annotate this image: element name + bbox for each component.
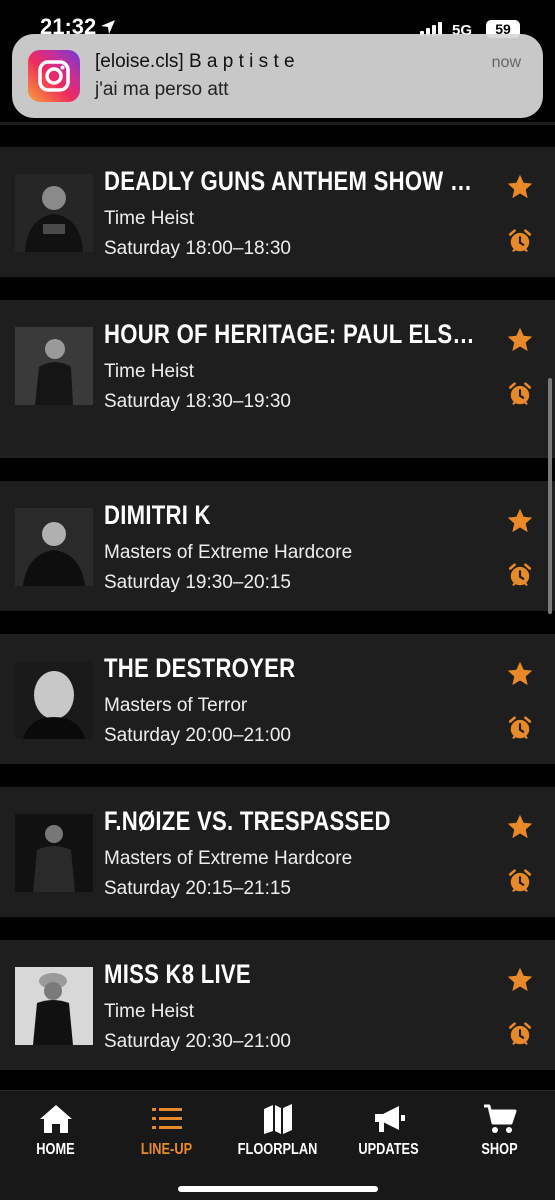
act-card[interactable]: HOUR OF HERITAGE: PAUL ELSTAK VS. M... T… <box>0 300 555 458</box>
favorite-star-icon[interactable] <box>506 660 534 688</box>
act-stage: Masters of Terror <box>104 695 248 716</box>
favorite-star-icon[interactable] <box>506 326 534 354</box>
act-time: Saturday 20:00–21:00 <box>104 725 291 746</box>
alarm-clock-icon[interactable] <box>507 1021 533 1047</box>
scroll-indicator[interactable] <box>548 378 552 614</box>
tab-floorplan[interactable]: FLOORPLAN <box>222 1091 333 1171</box>
map-icon <box>263 1104 292 1134</box>
favorite-star-icon[interactable] <box>506 507 534 535</box>
alarm-clock-icon[interactable] <box>507 715 533 741</box>
tab-label: SHOP <box>481 1141 518 1158</box>
act-card[interactable]: F.NØIZE VS. TRESPASSED Masters of Extrem… <box>0 787 555 917</box>
alarm-clock-icon[interactable] <box>507 228 533 254</box>
tab-shop[interactable]: SHOP <box>444 1091 555 1171</box>
notification-time: now <box>491 54 521 71</box>
act-stage: Time Heist <box>104 208 195 229</box>
act-time: Saturday 19:30–20:15 <box>104 572 291 593</box>
artist-photo <box>15 508 93 586</box>
act-time: Saturday 20:15–21:15 <box>104 878 291 899</box>
home-indicator[interactable] <box>178 1186 378 1192</box>
act-title: THE DESTROYER <box>104 653 296 683</box>
act-card[interactable]: DIMITRI K Masters of Extreme Hardcore Sa… <box>0 481 555 611</box>
act-title: DIMITRI K <box>104 500 211 530</box>
tab-updates[interactable]: UPDATES <box>333 1091 444 1171</box>
bottom-tab-bar: HOME LINE-UP FLOORPLAN UPDATES SHOP <box>0 1090 555 1200</box>
act-time: Saturday 18:30–19:30 <box>104 391 291 412</box>
lineup-list[interactable]: DEADLY GUNS ANTHEM SHOW LIVE Time Heist … <box>0 40 555 1090</box>
notification-title: [eloise.cls] B a p t i s t e <box>95 51 295 72</box>
megaphone-icon <box>374 1106 405 1132</box>
artist-photo <box>15 661 93 739</box>
tab-label: HOME <box>36 1141 75 1158</box>
notification-banner[interactable]: [eloise.cls] B a p t i s t e j'ai ma per… <box>12 34 543 118</box>
act-stage: Time Heist <box>104 361 195 382</box>
tab-home[interactable]: HOME <box>0 1091 111 1171</box>
tab-label: FLOORPLAN <box>237 1141 318 1158</box>
cart-icon <box>483 1104 516 1133</box>
favorite-star-icon[interactable] <box>506 813 534 841</box>
lineup-list-icon <box>151 1108 182 1129</box>
instagram-icon <box>28 50 80 102</box>
act-title: MISS K8 LIVE <box>104 959 251 989</box>
act-title: DEADLY GUNS ANTHEM SHOW LIVE <box>104 166 484 196</box>
act-card[interactable]: THE DESTROYER Masters of Terror Saturday… <box>0 634 555 764</box>
tab-label: LINE-UP <box>140 1141 193 1158</box>
act-title: F.NØIZE VS. TRESPASSED <box>104 806 391 836</box>
act-card[interactable]: MISS K8 LIVE Time Heist Saturday 20:30–2… <box>0 940 555 1070</box>
act-stage: Time Heist <box>104 1001 195 1022</box>
act-stage: Masters of Extreme Hardcore <box>104 848 353 869</box>
artist-photo <box>15 327 93 405</box>
favorite-star-icon[interactable] <box>506 173 534 201</box>
favorite-star-icon[interactable] <box>506 966 534 994</box>
alarm-clock-icon[interactable] <box>507 381 533 407</box>
location-arrow-icon <box>101 20 115 34</box>
act-time: Saturday 20:30–21:00 <box>104 1031 291 1052</box>
tab-line-up[interactable]: LINE-UP <box>111 1091 222 1171</box>
home-icon <box>39 1105 72 1133</box>
act-card[interactable]: DEADLY GUNS ANTHEM SHOW LIVE Time Heist … <box>0 147 555 277</box>
act-stage: Masters of Extreme Hardcore <box>104 542 353 563</box>
previous-card-edge <box>0 122 555 125</box>
notification-body: j'ai ma perso att <box>95 79 229 100</box>
alarm-clock-icon[interactable] <box>507 868 533 894</box>
tab-label: UPDATES <box>358 1141 419 1158</box>
act-title: HOUR OF HERITAGE: PAUL ELSTAK VS. M... <box>104 319 484 349</box>
artist-photo <box>15 174 93 252</box>
artist-photo <box>15 967 93 1045</box>
alarm-clock-icon[interactable] <box>507 562 533 588</box>
artist-photo <box>15 814 93 892</box>
act-time: Saturday 18:00–18:30 <box>104 238 291 259</box>
